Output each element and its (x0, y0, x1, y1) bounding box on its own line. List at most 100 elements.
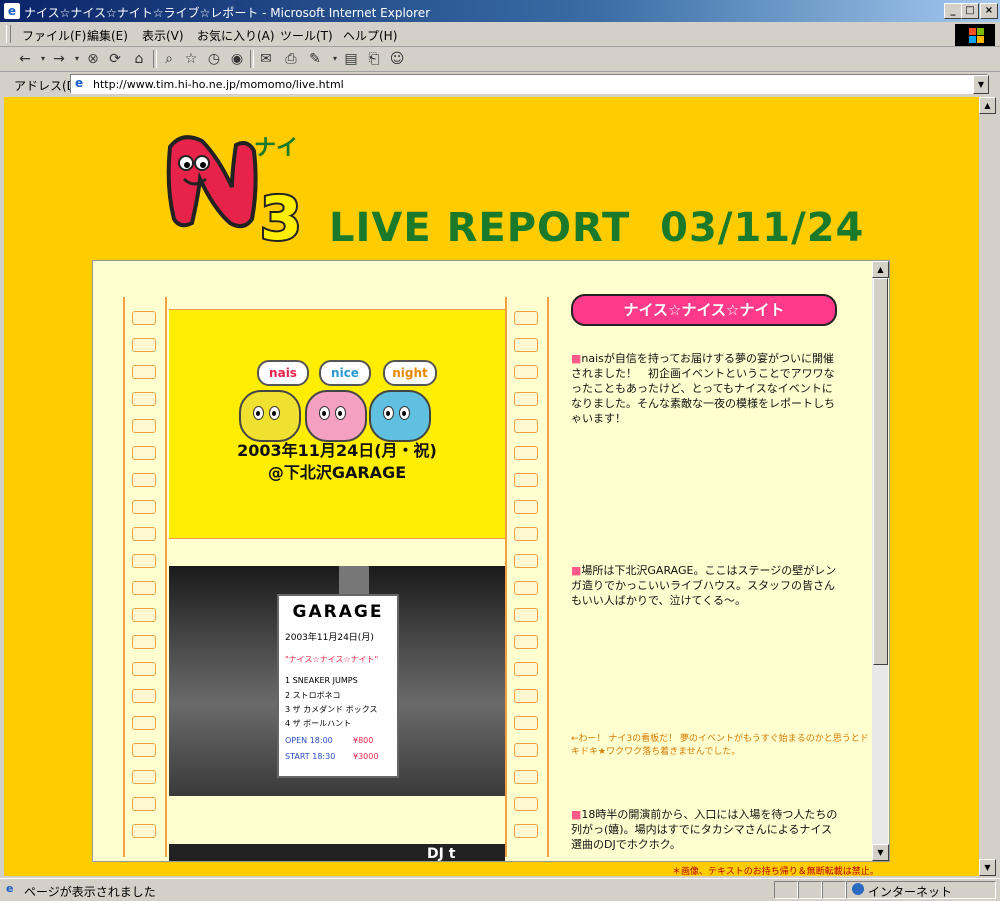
event-badge: ナイス☆ナイス☆ナイト (571, 294, 837, 326)
status-bar: e ページが表示されました インターネット (0, 878, 1000, 901)
menu-file[interactable]: ファイル(F) (22, 27, 86, 44)
article-para-2: ■場所は下北沢GARAGE。ここはステージの壁がレンガ造りでかっこいいライブハウ… (571, 563, 841, 608)
logo-kana: ナイ (254, 136, 298, 161)
flyer-image: nais nice night 2003年11月24日(月・祝) @下北沢GAR… (169, 309, 505, 539)
copyright-notice: ＊画像、テキストのお持ち帰り＆無断転載は禁止。 (672, 867, 879, 876)
film-hole (132, 581, 156, 595)
page-icon: e (75, 76, 84, 90)
film-hole (132, 473, 156, 487)
menu-tools[interactable]: ツール(T) (280, 27, 333, 44)
nai3-logo: 3 ナイ (166, 135, 304, 247)
page-viewport: 3 ナイ LIVE REPORT 03/11/24 nais nice nigh… (4, 97, 979, 876)
film-hole (132, 338, 156, 352)
page-scroll-down-icon[interactable]: ▼ (979, 859, 996, 876)
sign-lineup-1: 1 SNEAKER JUMPS (285, 676, 358, 685)
film-hole (132, 716, 156, 730)
dj-photo-label: DJ t (427, 846, 456, 862)
film-hole (514, 554, 538, 568)
mail-icon[interactable]: ✉ (257, 50, 275, 68)
research-icon[interactable]: ⎗ (365, 50, 383, 68)
ie-icon: e (4, 3, 20, 19)
bullet-square: ■ (571, 808, 582, 821)
film-hole (132, 365, 156, 379)
status-text: ページが表示されました (24, 885, 156, 899)
status-panel (798, 881, 822, 899)
minimize-button[interactable]: _ (944, 3, 962, 19)
stop-icon[interactable]: ⊗ (84, 50, 102, 68)
menu-view[interactable]: 表示(V) (142, 27, 184, 44)
window-title: ナイス☆ナイス☆ナイト☆ライブ☆レポート - Microsoft Interne… (24, 6, 431, 20)
sign-event: "ナイス☆ナイス☆ナイト" (285, 655, 379, 664)
frame-scroll-down-icon[interactable]: ▼ (872, 844, 889, 861)
frame-scroll-thumb[interactable] (873, 278, 888, 665)
address-input[interactable]: e http://www.tim.hi-ho.ne.jp/momomo/live… (70, 74, 988, 94)
logo-number: 3 (260, 184, 302, 247)
status-panel (774, 881, 798, 899)
title-bar: e ナイス☆ナイス☆ナイト☆ライブ☆レポート - Microsoft Inter… (0, 0, 1000, 22)
discuss-icon[interactable]: ▤ (342, 50, 360, 68)
film-hole (514, 581, 538, 595)
home-icon[interactable]: ⌂ (130, 50, 148, 68)
film-hole (514, 716, 538, 730)
film-hole (514, 419, 538, 433)
flyer-venue: @下北沢GARAGE (267, 463, 407, 482)
page-title: LIVE REPORT 03/11/24 (329, 205, 865, 251)
film-hole (514, 473, 538, 487)
film-hole (132, 824, 156, 838)
film-hole (514, 500, 538, 514)
history-icon[interactable]: ◷ (205, 50, 223, 68)
sign-lineup-3: 3 ザ カメダンド ボックス (285, 705, 378, 714)
film-hole (132, 446, 156, 460)
back-icon[interactable]: ← (16, 50, 34, 68)
film-hole (132, 419, 156, 433)
film-hole (514, 527, 538, 541)
messenger-icon[interactable]: ☺ (388, 50, 406, 68)
film-hole (514, 311, 538, 325)
film-hole (132, 311, 156, 325)
internet-zone-icon (852, 883, 864, 895)
menu-help[interactable]: ヘルプ(H) (343, 27, 397, 44)
menu-favorites[interactable]: お気に入り(A) (197, 27, 275, 44)
film-hole (514, 446, 538, 460)
sign-fee: ¥3000 (353, 752, 379, 761)
address-dropdown-icon[interactable]: ▼ (973, 75, 989, 94)
edit-icon[interactable]: ✎ (306, 50, 324, 68)
film-hole (514, 797, 538, 811)
film-strip-right (505, 297, 549, 857)
standard-toolbar: ← ▾ → ▾ ⊗ ⟳ ⌂ ⌕ ☆ ◷ ◉ ✉ ⎙ ✎ ▾ ▤ ⎗ ☺ (0, 47, 1000, 72)
film-hole (132, 554, 156, 568)
mascot-yellow (239, 390, 301, 442)
forward-icon[interactable]: → (50, 50, 68, 68)
status-page-icon: e (6, 882, 14, 895)
bullet-square: ■ (571, 564, 582, 577)
film-hole (132, 689, 156, 703)
close-button[interactable]: × (980, 3, 998, 19)
film-hole (514, 635, 538, 649)
frame-scroll-up-icon[interactable]: ▲ (872, 261, 889, 278)
media-icon[interactable]: ◉ (228, 50, 246, 68)
film-hole (514, 338, 538, 352)
film-hole (514, 689, 538, 703)
page-scrollbar[interactable]: ▲ ▼ (979, 97, 996, 876)
menu-edit[interactable]: 編集(E) (87, 27, 128, 44)
film-hole (132, 608, 156, 622)
windows-logo-icon (955, 24, 995, 46)
film-hole (132, 500, 156, 514)
refresh-icon[interactable]: ⟳ (106, 50, 124, 68)
status-zone: インターネット (868, 885, 953, 899)
search-icon[interactable]: ⌕ (160, 50, 178, 68)
page-scroll-up-icon[interactable]: ▲ (979, 97, 996, 114)
print-icon[interactable]: ⎙ (282, 50, 300, 68)
article-para-1: ■naisが自信を持ってお届けする夢の宴がついに開催されました！ 初企画イベント… (571, 351, 841, 426)
dj-photo: DJ t (169, 844, 505, 862)
frame-scrollbar[interactable]: ▲ ▼ (872, 261, 889, 861)
film-strip-left (123, 297, 167, 857)
mascot-blue (369, 390, 431, 442)
film-hole (514, 608, 538, 622)
favorites-icon[interactable]: ☆ (182, 50, 200, 68)
maximize-button[interactable]: □ (961, 3, 979, 19)
sign-price: ¥800 (353, 736, 374, 745)
sign-lineup-4: 4 ザ ボールハント (285, 719, 352, 728)
film-hole (514, 824, 538, 838)
address-url: http://www.tim.hi-ho.ne.jp/momomo/live.h… (93, 78, 344, 91)
